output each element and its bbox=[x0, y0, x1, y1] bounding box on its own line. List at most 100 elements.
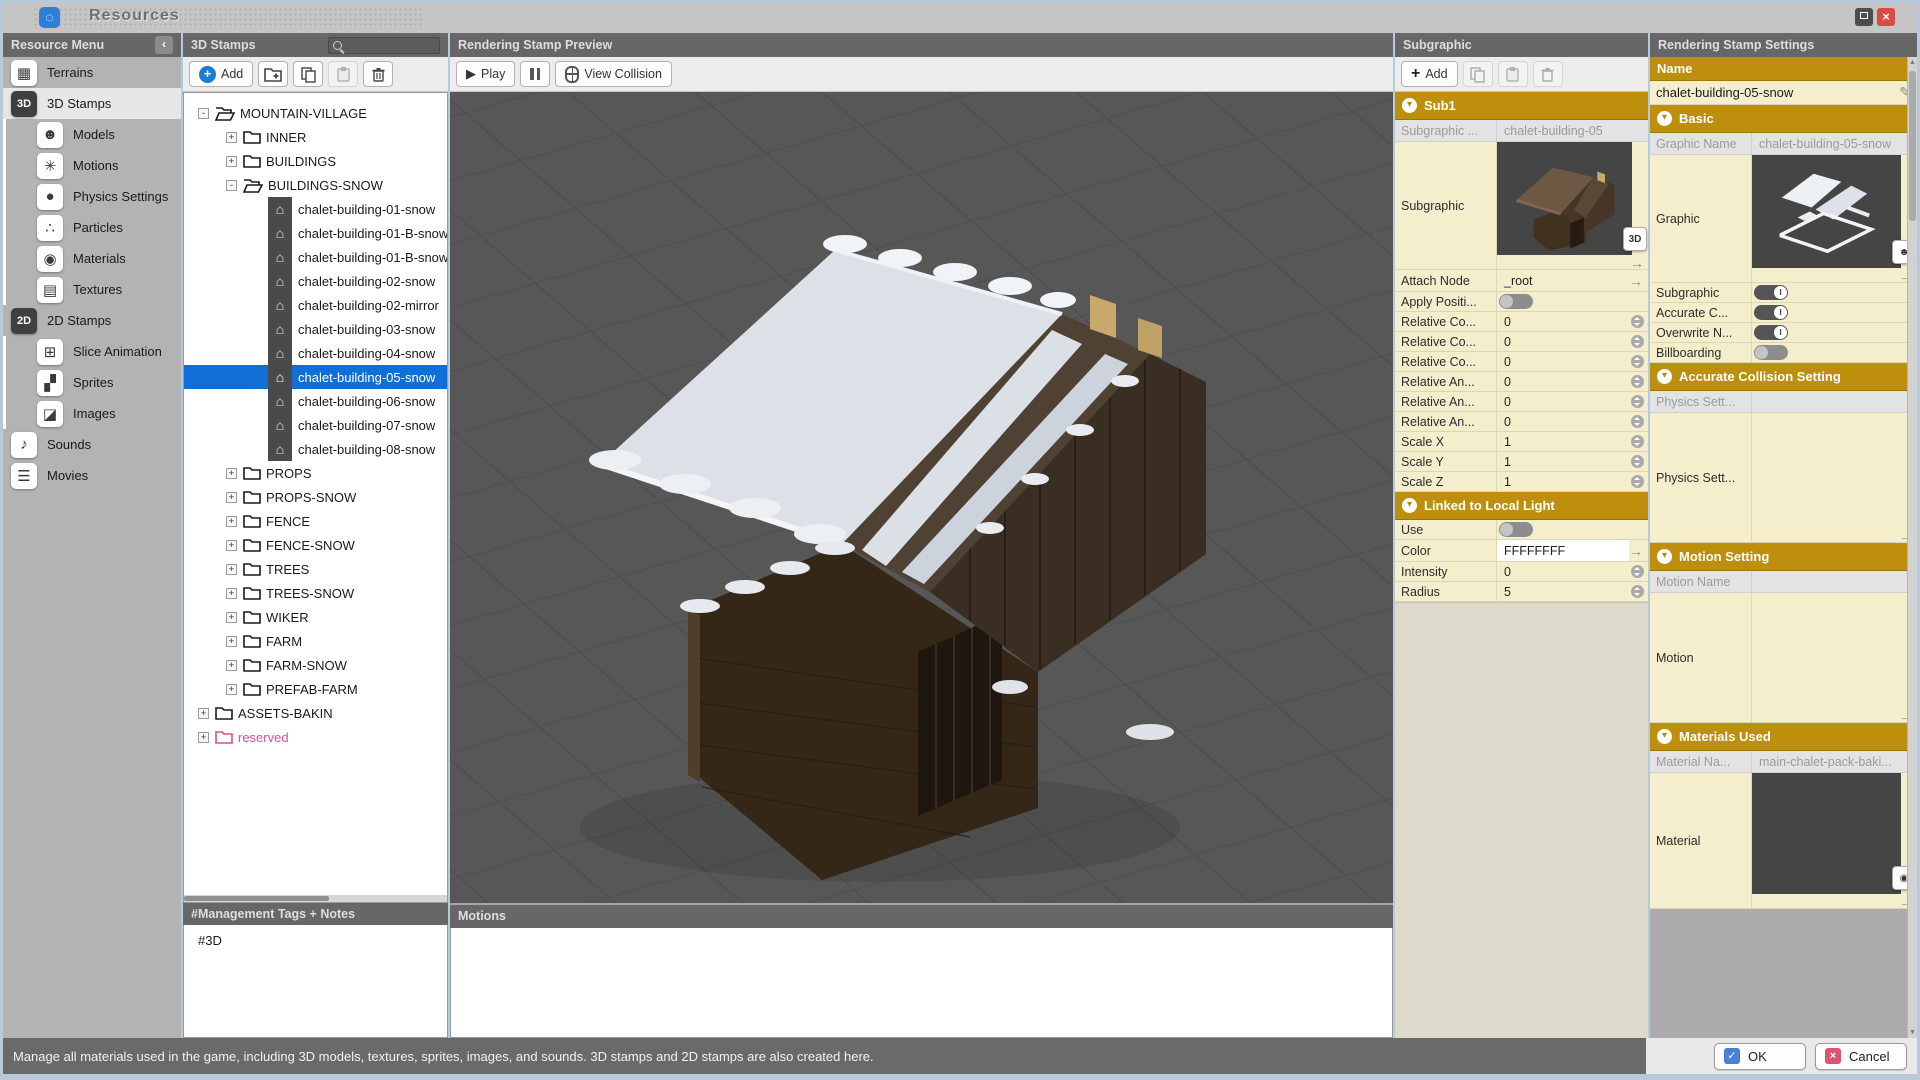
stepper-icon[interactable] bbox=[1631, 315, 1644, 328]
tree-folder-farm[interactable]: + FARM bbox=[184, 629, 447, 653]
copy-subgraphic-button[interactable] bbox=[1463, 61, 1493, 87]
tree-item-chalet-02-mirror[interactable]: ⌂ chalet-building-02-mirror bbox=[184, 293, 447, 317]
relative-angle-z-row[interactable]: Relative An... 0 bbox=[1395, 412, 1648, 432]
stepper-icon[interactable] bbox=[1631, 395, 1644, 408]
paste-button[interactable] bbox=[328, 61, 358, 87]
pick-color-arrow-icon[interactable]: → bbox=[1629, 543, 1643, 559]
sub1-section-header[interactable]: ▾ Sub1 bbox=[1395, 92, 1648, 120]
expand-expander-icon[interactable]: + bbox=[198, 708, 209, 719]
tree-folder-trees[interactable]: + TREES bbox=[184, 557, 447, 581]
basic-section-header[interactable]: ▾ Basic bbox=[1650, 105, 1917, 133]
sidebar-item-models[interactable]: ☻ Models bbox=[3, 119, 181, 150]
tree-folder-farm-snow[interactable]: + FARM-SNOW bbox=[184, 653, 447, 677]
expand-expander-icon[interactable]: + bbox=[226, 132, 237, 143]
open-subgraphic-arrow-icon[interactable]: → bbox=[1630, 256, 1644, 270]
stepper-icon[interactable] bbox=[1631, 565, 1644, 578]
scrollbar-thumb[interactable] bbox=[1909, 71, 1916, 221]
stepper-icon[interactable] bbox=[1631, 335, 1644, 348]
attach-node-row[interactable]: Attach Node _root → bbox=[1395, 270, 1648, 292]
tree-item-chalet-01-b-snow-2[interactable]: ⌂ chalet-building-01-B-snow bbox=[184, 245, 447, 269]
stamp-name-field[interactable]: chalet-building-05-snow ✎ bbox=[1650, 81, 1917, 105]
expand-expander-icon[interactable]: + bbox=[226, 612, 237, 623]
select-node-arrow-icon[interactable]: → bbox=[1629, 273, 1643, 289]
subgraphic-thumbnail[interactable]: 3D → bbox=[1497, 142, 1648, 269]
light-intensity-row[interactable]: Intensity 0 bbox=[1395, 562, 1648, 582]
tree-folder-wiker[interactable]: + WIKER bbox=[184, 605, 447, 629]
expand-expander-icon[interactable]: + bbox=[226, 684, 237, 695]
sidebar-item-materials[interactable]: ◉ Materials bbox=[3, 243, 181, 274]
duplicate-button[interactable] bbox=[293, 61, 323, 87]
linked-local-light-section-header[interactable]: ▾ Linked to Local Light bbox=[1395, 492, 1648, 520]
expand-expander-icon[interactable]: + bbox=[226, 468, 237, 479]
tree-item-chalet-01-b-snow[interactable]: ⌂ chalet-building-01-B-snow bbox=[184, 221, 447, 245]
sidebar-item-3d-stamps[interactable]: 3D 3D Stamps bbox=[3, 88, 181, 119]
expand-expander-icon[interactable]: + bbox=[226, 636, 237, 647]
expand-expander-icon[interactable]: + bbox=[226, 660, 237, 671]
sidebar-item-physics-settings[interactable]: ● Physics Settings bbox=[3, 181, 181, 212]
materials-used-section-header[interactable]: ▾ Materials Used bbox=[1650, 723, 1917, 751]
close-window-icon[interactable]: × bbox=[1877, 8, 1895, 26]
pause-button[interactable] bbox=[520, 61, 550, 87]
color-value-field[interactable]: FFFFFFFF bbox=[1497, 540, 1629, 561]
sidebar-item-particles[interactable]: ∴ Particles bbox=[3, 212, 181, 243]
restore-window-icon[interactable] bbox=[1855, 8, 1873, 26]
tree-folder-props-snow[interactable]: + PROPS-SNOW bbox=[184, 485, 447, 509]
sidebar-item-images[interactable]: ◪ Images bbox=[3, 398, 181, 429]
expand-expander-icon[interactable]: + bbox=[226, 492, 237, 503]
tree-folder-assets-bakin[interactable]: + ASSETS-BAKIN bbox=[184, 701, 447, 725]
billboarding-toggle[interactable] bbox=[1754, 345, 1788, 360]
relative-angle-x-row[interactable]: Relative An... 0 bbox=[1395, 372, 1648, 392]
accurate-collision-toggle[interactable]: I bbox=[1754, 305, 1788, 320]
expand-expander-icon[interactable]: + bbox=[226, 156, 237, 167]
relative-coord-x-row[interactable]: Relative Co... 0 bbox=[1395, 312, 1648, 332]
physics-settings-slot[interactable]: → bbox=[1752, 413, 1917, 542]
graphic-thumbnail[interactable]: ☻ → bbox=[1752, 155, 1917, 282]
collapse-sidebar-icon[interactable]: ‹ bbox=[155, 36, 173, 54]
expand-expander-icon[interactable]: + bbox=[226, 516, 237, 527]
relative-coord-y-row[interactable]: Relative Co... 0 bbox=[1395, 332, 1648, 352]
tree-item-chalet-05-snow-selected[interactable]: ⌂ chalet-building-05-snow bbox=[184, 365, 447, 389]
stepper-icon[interactable] bbox=[1631, 455, 1644, 468]
tree-folder-buildings-snow[interactable]: - BUILDINGS-SNOW bbox=[184, 173, 447, 197]
ok-button[interactable]: ✓ OK bbox=[1714, 1043, 1806, 1070]
management-tags-content[interactable]: #3D bbox=[183, 925, 448, 1038]
tree-folder-inner[interactable]: + INNER bbox=[184, 125, 447, 149]
subgraphic-toggle[interactable]: I bbox=[1754, 285, 1788, 300]
stepper-icon[interactable] bbox=[1631, 415, 1644, 428]
tree-item-chalet-03-snow[interactable]: ⌂ chalet-building-03-snow bbox=[184, 317, 447, 341]
tree-item-chalet-06-snow[interactable]: ⌂ chalet-building-06-snow bbox=[184, 389, 447, 413]
sidebar-item-motions[interactable]: ✳ Motions bbox=[3, 150, 181, 181]
3d-viewport[interactable] bbox=[450, 92, 1393, 903]
tree-item-chalet-08-snow[interactable]: ⌂ chalet-building-08-snow bbox=[184, 437, 447, 461]
tree-item-chalet-07-snow[interactable]: ⌂ chalet-building-07-snow bbox=[184, 413, 447, 437]
apply-position-toggle[interactable] bbox=[1499, 294, 1533, 309]
tree-horizontal-scrollbar[interactable] bbox=[183, 895, 448, 903]
collapse-expander-icon[interactable]: - bbox=[226, 180, 237, 191]
search-input[interactable] bbox=[328, 37, 440, 54]
tree-folder-fence[interactable]: + FENCE bbox=[184, 509, 447, 533]
sidebar-item-2d-stamps[interactable]: 2D 2D Stamps bbox=[3, 305, 181, 336]
accurate-collision-section-header[interactable]: ▾ Accurate Collision Setting bbox=[1650, 363, 1917, 391]
view-collision-button[interactable]: View Collision bbox=[555, 61, 672, 87]
use-light-toggle[interactable] bbox=[1499, 522, 1533, 537]
stepper-icon[interactable] bbox=[1631, 585, 1644, 598]
relative-coord-z-row[interactable]: Relative Co... 0 bbox=[1395, 352, 1648, 372]
sidebar-item-slice-animation[interactable]: ⊞ Slice Animation bbox=[3, 336, 181, 367]
settings-vertical-scrollbar[interactable]: ▲ ▼ bbox=[1907, 57, 1917, 1038]
new-folder-button[interactable] bbox=[258, 61, 288, 87]
expand-expander-icon[interactable]: + bbox=[198, 732, 209, 743]
stepper-icon[interactable] bbox=[1631, 475, 1644, 488]
add-stamp-button[interactable]: + Add bbox=[189, 61, 253, 87]
tree-item-chalet-02-snow[interactable]: ⌂ chalet-building-02-snow bbox=[184, 269, 447, 293]
relative-angle-y-row[interactable]: Relative An... 0 bbox=[1395, 392, 1648, 412]
play-button[interactable]: ▶ Play bbox=[456, 61, 515, 87]
sidebar-item-sprites[interactable]: ▞ Sprites bbox=[3, 367, 181, 398]
tree-folder-buildings[interactable]: + BUILDINGS bbox=[184, 149, 447, 173]
collapse-expander-icon[interactable]: - bbox=[198, 108, 209, 119]
expand-expander-icon[interactable]: + bbox=[226, 588, 237, 599]
stepper-icon[interactable] bbox=[1631, 435, 1644, 448]
tree-folder-mountain-village[interactable]: - MOUNTAIN-VILLAGE bbox=[184, 101, 447, 125]
sidebar-item-sounds[interactable]: ♪ Sounds bbox=[3, 429, 181, 460]
motions-list[interactable] bbox=[450, 928, 1393, 1038]
scrollbar-thumb[interactable] bbox=[184, 896, 329, 901]
